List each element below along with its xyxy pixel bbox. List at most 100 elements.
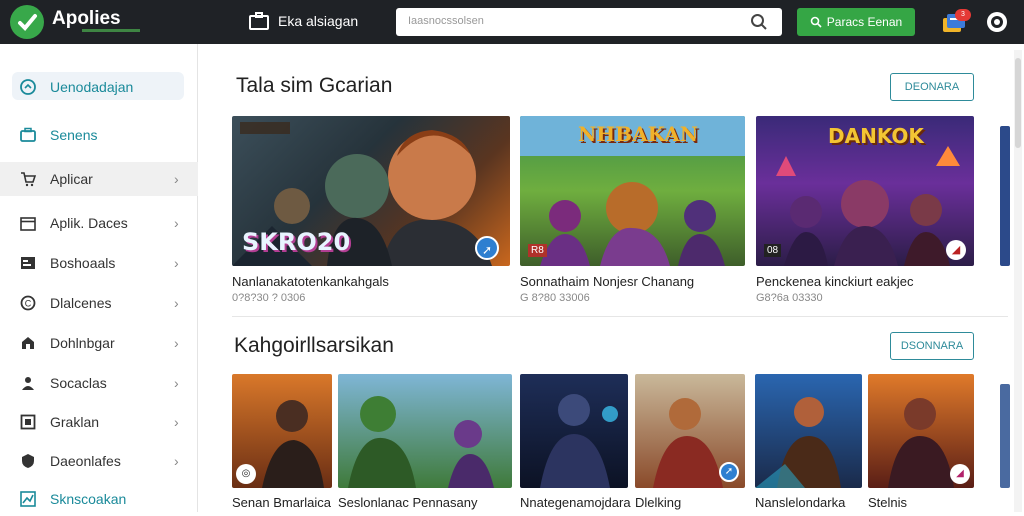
coin-icon: C [20,295,36,311]
briefcase-icon [20,127,36,142]
chevron-right-icon: › [174,171,179,187]
section-title-recommended: Kahgoirllsarsikan [234,334,394,357]
lock-icon [22,337,34,349]
card-title[interactable]: Dlelking [635,495,681,510]
platform-badge-icon: ◢ [950,464,970,484]
sidebar-item-label: Socaclas [50,375,107,391]
sidebar-item-home[interactable]: Uenodadajan [0,70,198,104]
chevron-right-icon: › [174,255,179,271]
grid-icon [20,414,36,430]
game-art-illustration [540,394,618,488]
game-card-image[interactable] [338,374,512,488]
primary-action-button[interactable]: Paracs Eenan [797,8,915,36]
sidebar-item-label: Daeonlafes [50,453,121,469]
card-subtitle: G8?6a 03330 [756,292,823,304]
game-logo-text: SKRO20 [242,228,351,256]
chart-icon [20,491,36,507]
platform-badge-icon: ◢ [946,240,966,260]
top-bar: Apolies Eka alsiagan Iaasnocssolsen Para… [0,0,1024,44]
game-card-image[interactable]: ➚ [635,374,745,488]
sidebar-item-boshoaals[interactable]: Boshoaals › [0,246,198,280]
search-bar[interactable]: Iaasnocssolsen [396,8,782,36]
sidebar-item-dohlnbgar[interactable]: Dohlnbgar › [0,326,198,360]
settings-gear-icon[interactable] [985,10,1009,34]
briefcase-icon[interactable] [249,12,269,30]
calendar-icon [20,217,36,231]
search-input[interactable]: Iaasnocssolsen [408,15,484,27]
game-logo-text: NHBAKAN [578,122,698,146]
platform-badge-icon: ➚ [719,462,739,482]
card-title[interactable]: Nanslelondarka [755,495,845,510]
workspace-label[interactable]: Eka alsiagan [278,13,358,29]
game-card-image[interactable] [755,374,862,488]
section-more-button[interactable]: DSONNARA [890,332,974,360]
sidebar-item-socaclas[interactable]: Socaclas › [0,366,198,400]
app-logo-text[interactable]: Apolies [52,8,121,30]
game-card-image[interactable]: SKRO20 ➚ [232,116,510,266]
sidebar-item-label: Dlalcenes [50,295,112,311]
card-title[interactable]: Nanlanakatotenkankahgals [232,274,389,289]
game-card-image[interactable]: ◎ [232,374,332,488]
sidebar-item-label: Graklan [50,414,100,430]
card-tag: R8 [528,244,547,257]
card-title[interactable]: Sonnathaim Nonjesr Chanang [520,274,694,289]
sidebar-item-label: Senens [50,127,98,143]
notification-badge: 3 [955,9,971,21]
home-icon [20,79,36,95]
game-card-image[interactable]: NHBAKAN R8 [520,116,745,266]
platform-badge-icon: ◎ [236,464,256,484]
chevron-right-icon: › [174,215,179,231]
section-more-button[interactable]: DEONARA [890,73,974,101]
sidebar-item-aplicar[interactable]: Aplicar › [0,162,198,196]
search-small-icon [810,16,822,28]
card-title[interactable]: Penckenea kinckiurt eakjec [756,274,914,289]
sidebar-item-label: Aplik. Daces [50,215,128,231]
card-subtitle: 0?8?30 ? 0306 [232,292,306,304]
chevron-right-icon: › [174,453,179,469]
sidebar-item-label: Uenodadajan [50,79,134,95]
card-title[interactable]: Seslonlanac Pennasany [338,495,478,510]
card-title[interactable]: Nnategenamojdara [520,495,631,510]
sidebar-item-graklan[interactable]: Graklan › [0,405,198,439]
scrollbar-thumb[interactable] [1015,58,1021,148]
card-title[interactable]: Stelnis [868,495,907,510]
section-title-featured: Tala sim Gcarian [236,74,393,97]
game-logo-text: DANKOK [828,124,924,148]
sidebar-item-label: Boshoaals [50,255,116,271]
sidebar-item-aplik-daces[interactable]: Aplik. Daces › [0,206,198,240]
svg-text:C: C [25,299,32,309]
sidebar-item-label: Dohlnbgar [50,335,115,351]
sidebar-item-dlalcenes[interactable]: C Dlalcenes › [0,286,198,320]
person-icon [22,377,34,390]
sidebar-item-senens[interactable]: Senens [0,118,198,152]
chevron-right-icon: › [174,295,179,311]
section-divider [232,316,1008,317]
game-art-illustration [755,397,841,488]
book-icon [21,257,35,269]
card-tag: 08 [764,244,782,257]
game-card-image[interactable]: DANKOK 08 ◢ [756,116,974,266]
game-card-image-partial[interactable] [1000,126,1010,266]
sidebar-item-label: Sknscoakan [50,491,127,507]
game-card-image-partial[interactable] [1000,384,1010,488]
chevron-right-icon: › [174,414,179,430]
sidebar-item-label: Aplicar [50,171,93,187]
game-card-image[interactable] [520,374,628,488]
platform-badge-icon: ➚ [475,236,499,260]
sidebar: Uenodadajan Senens Aplicar › Aplik. Dace… [0,44,198,512]
search-icon[interactable] [750,13,768,31]
cart-icon [21,172,36,187]
logo-underline [82,29,140,32]
sidebar-item-daeonlafes[interactable]: Daeonlafes › [0,444,198,478]
app-logo-icon[interactable] [10,5,44,39]
game-art-illustration [348,396,494,488]
card-title[interactable]: Senan Bmarlaica [232,495,331,510]
game-card-image[interactable]: ◢ [868,374,974,488]
shield-icon [22,454,34,468]
card-subtitle: G 8?80 33006 [520,292,590,304]
card-tag [240,122,290,134]
chevron-right-icon: › [174,335,179,351]
sidebar-item-sknscoakan[interactable]: Sknscoakan [0,482,198,516]
primary-action-label: Paracs Eenan [826,15,903,29]
chevron-right-icon: › [174,375,179,391]
